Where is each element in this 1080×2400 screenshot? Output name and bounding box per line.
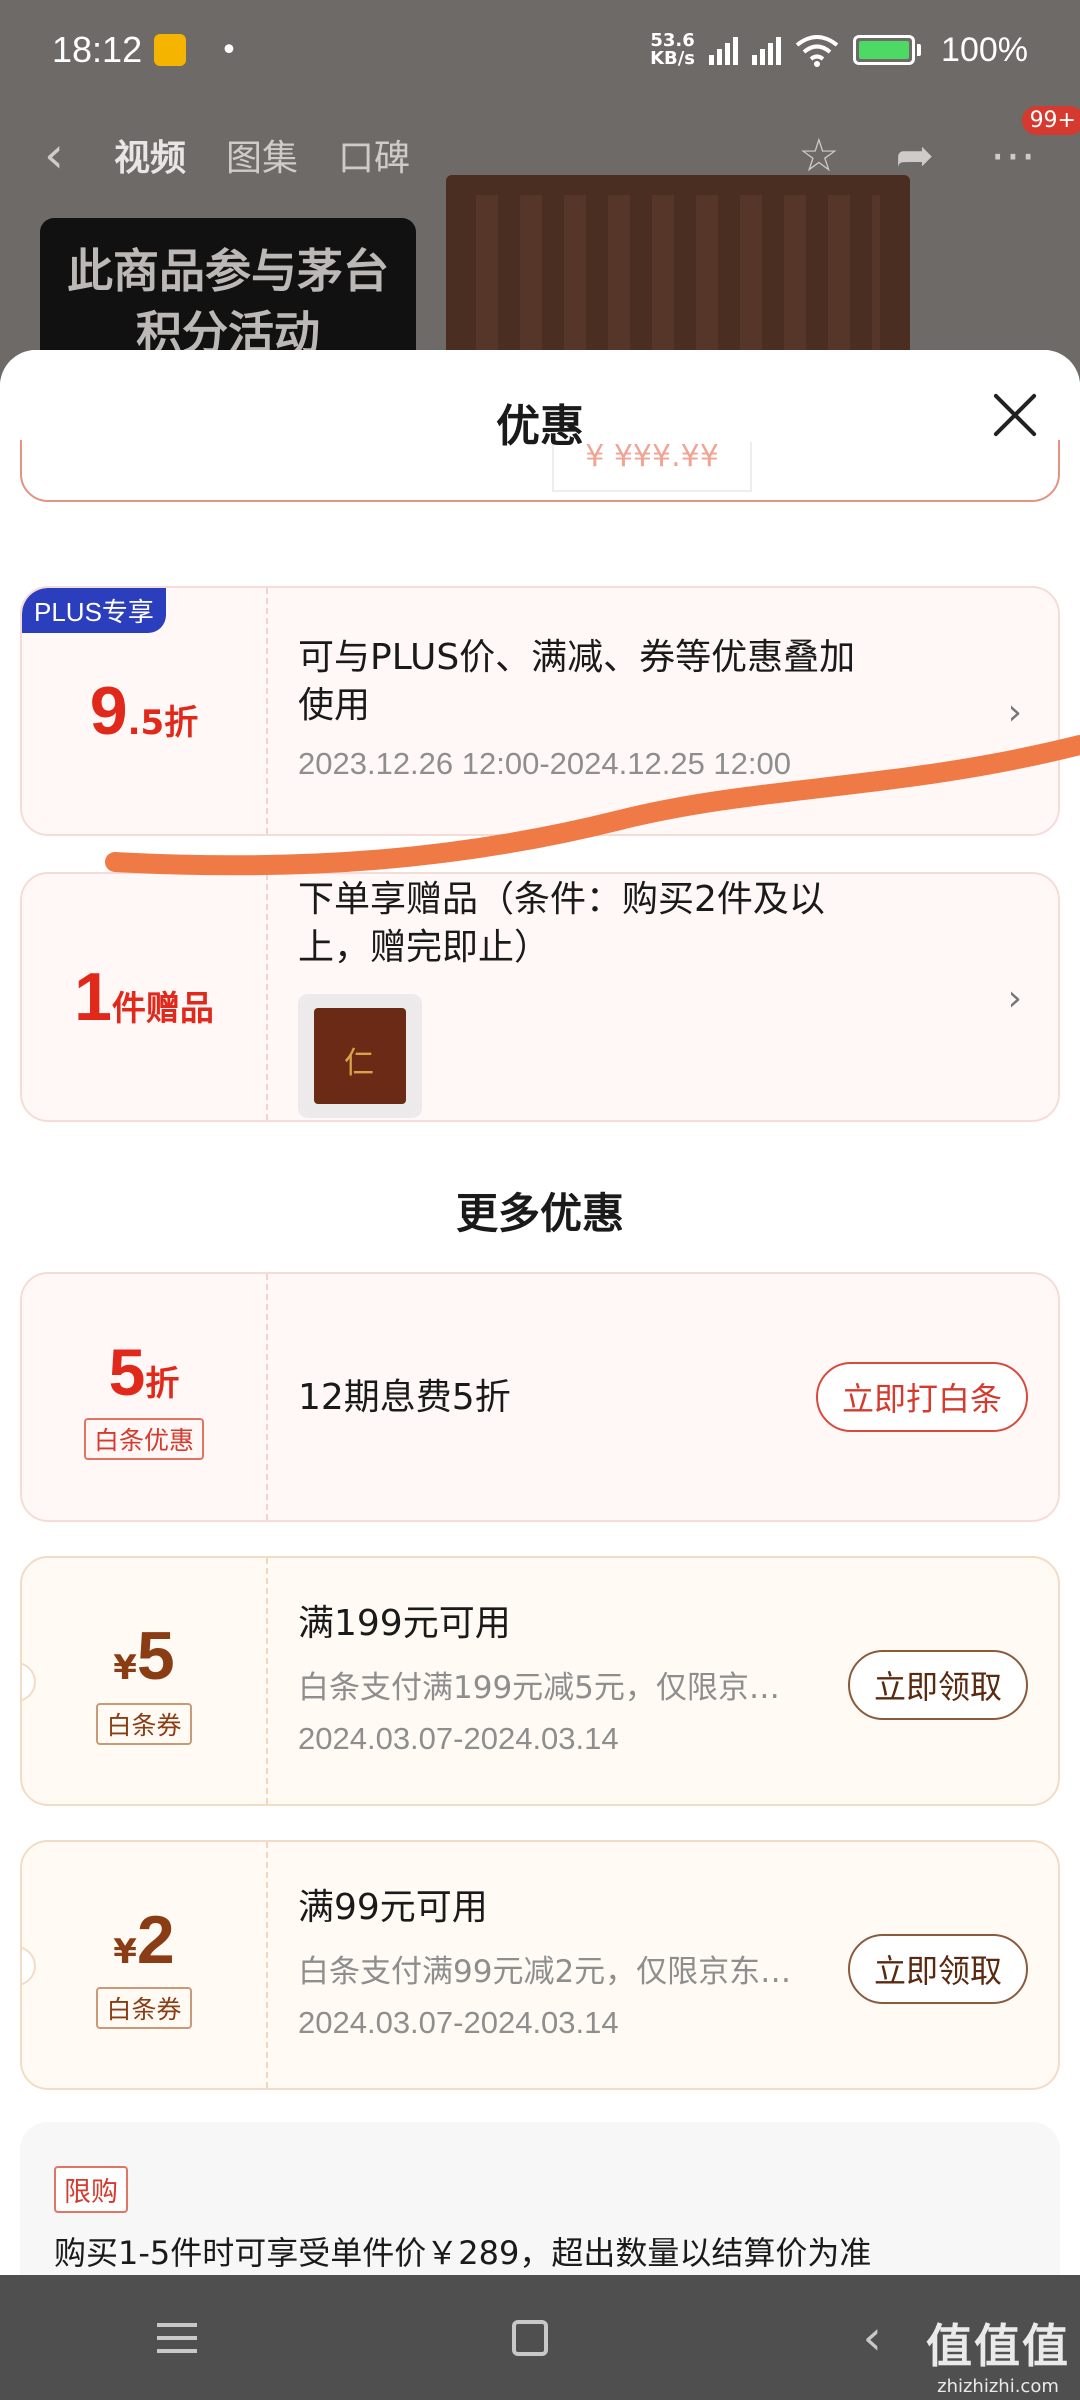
status-time: 18:12 bbox=[52, 29, 143, 70]
use-baitiao-button[interactable]: 立即打白条 bbox=[815, 1362, 1028, 1432]
plus-description-line1: 可与PLUS价、满减、券等优惠叠加 bbox=[298, 637, 856, 678]
baitiao-discount-card: 5折 白条优惠 12期息费5折 立即打白条 bbox=[20, 1272, 1060, 1522]
back-icon[interactable]: ‹ bbox=[44, 126, 64, 184]
share-icon[interactable]: ➦ bbox=[895, 128, 934, 182]
gift-card[interactable]: 1件赠品 下单享赠品（条件：购买2件及以 上，赠完即止） › bbox=[20, 872, 1060, 1122]
more-discounts-title: 更多优惠 bbox=[455, 1189, 624, 1238]
status-bar: 18:12 • 53.6 KB/s 100% bbox=[0, 0, 1080, 100]
wifi-icon bbox=[795, 35, 839, 67]
coupon-title: 满199元可用 bbox=[298, 1603, 511, 1644]
home-icon[interactable] bbox=[511, 2319, 548, 2356]
coupon-card: ¥5 白条券 满199元可用 白条支付满199元减5元，仅限京东… 2024.0… bbox=[20, 1556, 1060, 1806]
purchase-limit-tag: 限购 bbox=[54, 2166, 128, 2213]
back-nav-icon[interactable]: ‹ bbox=[863, 2310, 923, 2366]
product-page-background: 18:12 • 53.6 KB/s 100% ‹ 视频 图集 口碑 ☆ ➦ ⋯ … bbox=[0, 0, 1080, 400]
claim-coupon-button[interactable]: 立即领取 bbox=[847, 1934, 1028, 2004]
plus-description-line2: 使用 bbox=[298, 685, 371, 726]
signal-2-icon bbox=[752, 35, 782, 65]
plus-validity-date: 2023.12.26 12:00-2024.12.25 12:00 bbox=[298, 746, 792, 781]
gift-condition-line2: 上，赠完即止） bbox=[298, 927, 551, 968]
tab-reviews[interactable]: 口碑 bbox=[338, 129, 410, 181]
plus-discount-value: 9.5折 bbox=[89, 673, 199, 749]
notification-dot: • bbox=[220, 32, 238, 68]
plus-discount-card[interactable]: PLUS专享 9.5折 可与PLUS价、满减、券等优惠叠加 使用 2023.12… bbox=[20, 586, 1060, 836]
battery-percent: 100% bbox=[941, 30, 1028, 69]
coupon-subtitle: 白条支付满99元减2元，仅限京东商… bbox=[298, 1954, 818, 1990]
network-speed: 53.6 KB/s bbox=[650, 30, 696, 69]
tab-gallery[interactable]: 图集 bbox=[226, 129, 298, 181]
sheet-title: 优惠 bbox=[0, 350, 1080, 452]
coupon-amount: ¥5 白条券 bbox=[22, 1558, 266, 1804]
gift-bag-image bbox=[298, 994, 422, 1118]
chevron-right-icon: › bbox=[1007, 978, 1022, 1019]
signal-1-icon bbox=[709, 35, 739, 65]
favorite-star-icon[interactable]: ☆ bbox=[798, 128, 839, 182]
notes-app-icon bbox=[154, 34, 187, 66]
coupon-subtitle: 白条支付满199元减5元，仅限京东… bbox=[298, 1670, 798, 1706]
discount-sheet: ¥ ¥¥¥.¥¥ 优惠 PLUS专享 9.5折 可与PLUS价、满减、券等优惠叠… bbox=[0, 350, 1080, 2275]
purchase-limit-card: 限购 购买1-5件时可享受单件价￥289，超出数量以结算价为准 bbox=[20, 2122, 1060, 2275]
coupon-validity: 2024.03.07-2024.03.14 bbox=[298, 1721, 619, 1756]
coupon-tag: 白条券 bbox=[96, 1987, 192, 2029]
gift-condition-line1: 下单享赠品（条件：购买2件及以 bbox=[298, 879, 825, 920]
message-badge: 99+ bbox=[1021, 106, 1080, 135]
battery-icon bbox=[853, 35, 922, 65]
baitiao-tag: 白条优惠 bbox=[83, 1418, 204, 1460]
claim-coupon-button[interactable]: 立即领取 bbox=[847, 1650, 1028, 1720]
coupon-card: ¥2 白条券 满99元可用 白条支付满99元减2元，仅限京东商… 2024.03… bbox=[20, 1840, 1060, 2090]
system-nav-bar: ‹ bbox=[0, 2275, 1080, 2400]
tab-video[interactable]: 视频 bbox=[114, 129, 186, 181]
watermark: 值值值 zhizhizhi.com bbox=[926, 2319, 1070, 2397]
coupon-amount: ¥2 白条券 bbox=[22, 1842, 266, 2088]
recent-apps-icon[interactable] bbox=[157, 2322, 198, 2353]
baitiao-discount-value: 5折 白条优惠 bbox=[22, 1274, 266, 1520]
coupon-tag: 白条券 bbox=[96, 1703, 192, 1745]
close-icon[interactable] bbox=[986, 386, 1042, 442]
gift-count: 1件赠品 bbox=[74, 959, 214, 1035]
coupon-title: 满99元可用 bbox=[298, 1887, 488, 1928]
purchase-limit-text: 购买1-5件时可享受单件价￥289，超出数量以结算价为准 bbox=[54, 2234, 872, 2272]
chevron-right-icon: › bbox=[1007, 692, 1022, 733]
more-icon[interactable]: ⋯ 99+ bbox=[990, 106, 1080, 182]
coupon-validity: 2024.03.07-2024.03.14 bbox=[298, 2005, 619, 2040]
